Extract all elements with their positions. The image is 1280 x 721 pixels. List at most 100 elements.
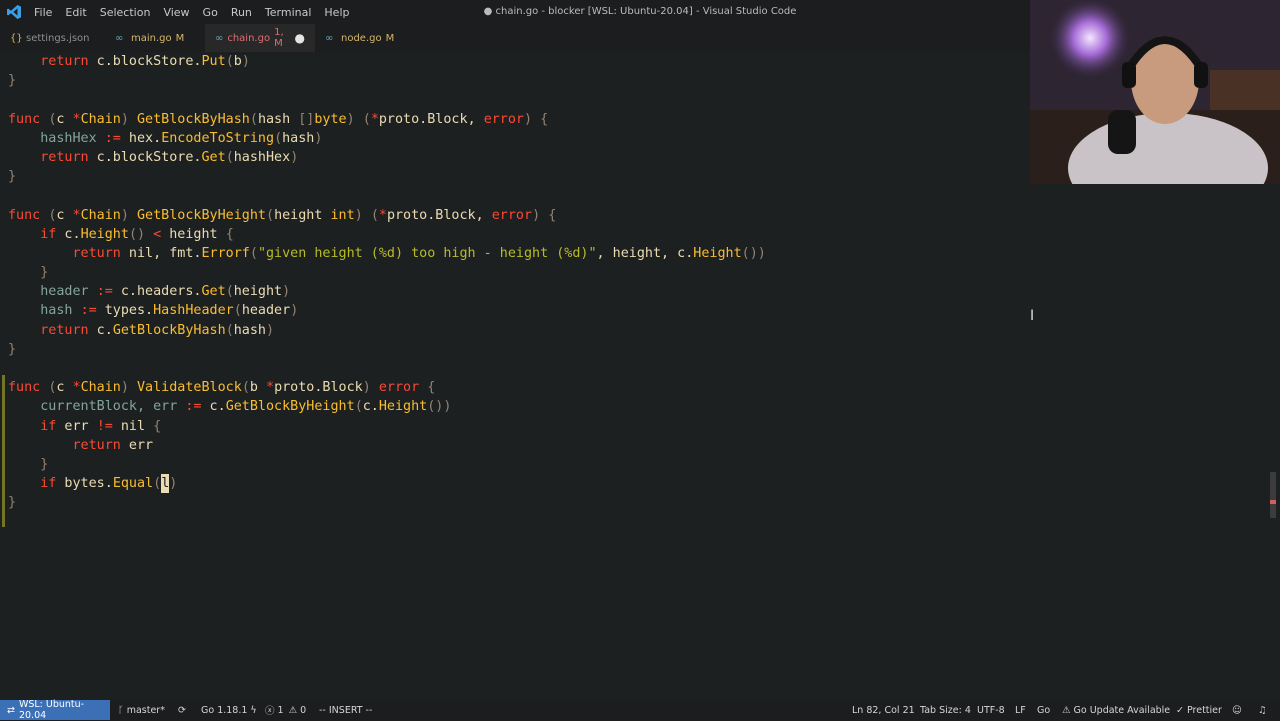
code-line[interactable]: if c.Height() < height { bbox=[8, 225, 766, 244]
code-line[interactable]: return err bbox=[8, 436, 766, 455]
code-token: c bbox=[56, 380, 73, 396]
tab-label: node.go bbox=[341, 32, 382, 44]
code-token: * bbox=[370, 111, 379, 127]
prettier[interactable]: ✓ Prettier bbox=[1176, 700, 1222, 720]
code-token: GetBlockByHeight bbox=[137, 207, 266, 223]
modified-badge: M bbox=[175, 32, 185, 44]
go-version[interactable]: Go 1.18.1 ϟ bbox=[201, 700, 257, 720]
notifications-button[interactable]: ♫ bbox=[1258, 700, 1267, 720]
code-line[interactable]: } bbox=[8, 340, 766, 359]
code-line[interactable]: header := c.headers.Get(height) bbox=[8, 282, 766, 301]
code-line[interactable]: return nil, fmt.Errorf("given height (%d… bbox=[8, 244, 766, 263]
code-token: error bbox=[491, 207, 533, 223]
go-update[interactable]: ⚠ Go Update Available bbox=[1062, 700, 1170, 720]
unsaved-dot-icon[interactable]: ● bbox=[295, 31, 305, 45]
code-line[interactable]: return c.blockStore.Put(b) bbox=[8, 52, 766, 71]
code-line[interactable] bbox=[8, 186, 766, 205]
code-token: Get bbox=[201, 284, 226, 300]
code-line[interactable]: } bbox=[8, 167, 766, 186]
code-line[interactable]: return c.blockStore.Get(hashHex) bbox=[8, 148, 766, 167]
tab-size[interactable]: Tab Size: 4 bbox=[920, 700, 971, 720]
code-token: err bbox=[56, 418, 97, 434]
code-line[interactable] bbox=[8, 359, 766, 378]
tab-label: main.go bbox=[131, 32, 172, 44]
bell-icon: ♫ bbox=[1258, 704, 1267, 716]
language-mode[interactable]: Go bbox=[1037, 700, 1050, 720]
cursor-position[interactable]: Ln 82, Col 21 bbox=[852, 700, 915, 720]
code-line[interactable]: } bbox=[8, 455, 766, 474]
code-token: hash bbox=[233, 322, 266, 338]
code-line[interactable]: } bbox=[8, 71, 766, 90]
code-token: ( bbox=[362, 111, 371, 127]
scrollbar[interactable] bbox=[1270, 472, 1276, 518]
line-ending[interactable]: LF bbox=[1015, 700, 1026, 720]
code-token: ()) bbox=[427, 399, 452, 415]
tab-main-go[interactable]: ∞ main.go M bbox=[105, 24, 205, 52]
scrollbar-error-marker bbox=[1270, 500, 1276, 504]
sync-button[interactable]: ⟳ bbox=[178, 700, 186, 720]
code-line[interactable]: hash := types.HashHeader(header) bbox=[8, 301, 766, 320]
code-token: ) bbox=[290, 149, 299, 165]
code-token: Get bbox=[201, 149, 226, 165]
git-branch[interactable]: ᚴ master* bbox=[118, 700, 165, 720]
tab-settings-json[interactable]: {} settings.json bbox=[0, 24, 105, 52]
code-token: types. bbox=[96, 303, 154, 319]
code-token: ( bbox=[274, 130, 283, 146]
code-line[interactable]: if err != nil { bbox=[8, 417, 766, 436]
code-line[interactable]: return c.GetBlockByHash(hash) bbox=[8, 321, 766, 340]
code-token: GetBlockByHash bbox=[112, 322, 226, 338]
code-line[interactable]: func (c *Chain) GetBlockByHeight(height … bbox=[8, 206, 766, 225]
code-line[interactable] bbox=[8, 90, 766, 109]
remote-indicator[interactable]: ⇄ WSL: Ubuntu-20.04 bbox=[0, 699, 110, 721]
tab-label: chain.go bbox=[227, 32, 271, 44]
code-token: ) bbox=[362, 380, 371, 396]
code-token: { bbox=[153, 418, 162, 434]
encoding[interactable]: UTF-8 bbox=[977, 700, 1005, 720]
code-token: Put bbox=[201, 54, 226, 69]
code-token: Height bbox=[378, 399, 428, 415]
code-line[interactable]: } bbox=[8, 493, 766, 512]
code-line[interactable]: } bbox=[8, 263, 766, 282]
code-token: return bbox=[40, 322, 89, 338]
code-line[interactable]: currentBlock, err := c.GetBlockByHeight(… bbox=[8, 397, 766, 416]
mouse-ibeam-icon: I bbox=[1030, 308, 1035, 324]
code-token: } bbox=[8, 169, 17, 185]
code-token: ) bbox=[241, 54, 250, 69]
code-token: ( bbox=[153, 476, 162, 492]
code-token: ( bbox=[249, 111, 258, 127]
tab-node-go[interactable]: ∞ node.go M bbox=[315, 24, 405, 52]
code-line[interactable]: func (c *Chain) GetBlockByHash(hash []by… bbox=[8, 110, 766, 129]
code-line[interactable]: func (c *Chain) ValidateBlock(b *proto.B… bbox=[8, 378, 766, 397]
code-token: return bbox=[72, 245, 121, 261]
code-token: GetBlockByHeight bbox=[225, 399, 355, 415]
branch-label: master* bbox=[126, 704, 165, 716]
code-token: != bbox=[96, 418, 113, 434]
code-token: * bbox=[266, 380, 275, 396]
code-token: c. bbox=[201, 399, 226, 415]
code-token: func bbox=[8, 111, 41, 127]
modified-badge: 1, M bbox=[274, 27, 284, 49]
code-token: ) bbox=[120, 380, 129, 396]
code-content[interactable]: return c.blockStore.Put(b)} func (c *Chai… bbox=[8, 52, 766, 513]
code-token: Chain bbox=[80, 111, 121, 127]
code-token: if bbox=[40, 226, 57, 242]
code-token: func bbox=[8, 207, 41, 223]
go-version-label: Go 1.18.1 bbox=[201, 704, 248, 716]
code-token: c bbox=[56, 111, 73, 127]
tab-label: settings.json bbox=[26, 32, 90, 44]
code-token: ) bbox=[354, 207, 363, 223]
problems-indicator[interactable]: ⓧ 1 ⚠ 0 bbox=[265, 700, 306, 720]
code-token: proto.Block bbox=[378, 111, 468, 127]
code-token: return bbox=[72, 437, 121, 453]
code-token: nil, fmt. bbox=[120, 245, 202, 261]
code-token: } bbox=[8, 265, 49, 281]
code-token: hash bbox=[8, 303, 81, 319]
vim-mode: -- INSERT -- bbox=[319, 704, 373, 716]
tab-chain-go[interactable]: ∞ chain.go 1, M ● bbox=[205, 24, 315, 52]
feedback-button[interactable]: ☺ bbox=[1232, 700, 1242, 720]
code-line[interactable]: if bytes.Equal(l) bbox=[8, 474, 766, 494]
code-line[interactable]: hashHex := hex.EncodeToString(hash) bbox=[8, 129, 766, 148]
